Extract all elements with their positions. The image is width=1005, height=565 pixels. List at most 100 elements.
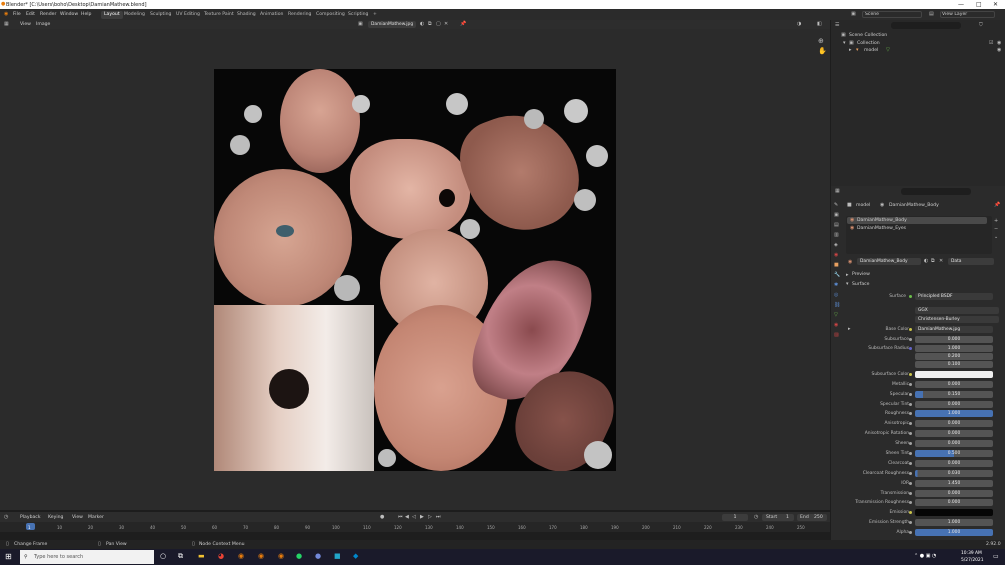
collapse-arrow-icon[interactable]: ▸: [846, 272, 849, 278]
close-button[interactable]: ✕: [993, 1, 998, 8]
material-slot-body[interactable]: DamianMathew_Body: [857, 218, 907, 223]
socket-dot[interactable]: [909, 462, 912, 465]
constraints-tab-icon[interactable]: ⛓: [834, 302, 840, 308]
slot-menu-icon[interactable]: ⌄: [994, 234, 998, 240]
subsurface-radius-z-field[interactable]: 0.100: [915, 361, 993, 368]
play-icon[interactable]: ▶: [420, 514, 424, 520]
collection-checkbox-icon[interactable]: ☑: [989, 40, 993, 46]
menu-keying[interactable]: Keying: [48, 515, 63, 520]
modifier-tab-icon[interactable]: 🔧: [834, 272, 840, 278]
app-icon[interactable]: ■: [334, 552, 341, 560]
taskbar-search-box[interactable]: ⚲ Type here to search: [20, 550, 154, 564]
transmission-field[interactable]: 0.000: [915, 490, 993, 497]
socket-dot[interactable]: [909, 511, 912, 514]
sheen-field[interactable]: 0.000: [915, 440, 993, 447]
view-layer-tab-icon[interactable]: ▥: [834, 232, 839, 238]
fake-user-material-icon[interactable]: ◐: [924, 258, 928, 264]
subsurface-method-dropdown[interactable]: Christensen-Burley: [915, 316, 999, 323]
tab-texture-paint[interactable]: Texture Paint: [201, 11, 237, 19]
clearcoat-roughness-field[interactable]: 0.030: [915, 470, 993, 477]
emission-color-field[interactable]: [915, 509, 993, 516]
timeline-editor-icon[interactable]: ◷: [4, 514, 8, 520]
particles-tab-icon[interactable]: ✱: [834, 282, 838, 288]
subsurface-color-field[interactable]: [915, 371, 993, 378]
preview-range-icon[interactable]: ◷: [754, 514, 758, 520]
tab-compositing[interactable]: Compositing: [313, 11, 348, 19]
socket-dot[interactable]: [909, 452, 912, 455]
blender-menu-icon[interactable]: ◉: [4, 11, 8, 17]
task-view-icon[interactable]: ⧉: [178, 552, 183, 561]
socket-dot[interactable]: [909, 338, 912, 341]
output-tab-icon[interactable]: ▤: [834, 222, 839, 228]
zoom-icon[interactable]: ⊕: [818, 37, 824, 45]
cortana-icon[interactable]: ○: [160, 552, 166, 560]
image-name-field[interactable]: DamianMathew.jpg: [368, 21, 416, 28]
view-layer-field[interactable]: [940, 11, 995, 18]
socket-dot[interactable]: [909, 412, 912, 415]
transmission-roughness-field[interactable]: 0.000: [915, 499, 993, 506]
world-tab-icon[interactable]: ◉: [834, 252, 838, 258]
socket-dot[interactable]: [909, 383, 912, 386]
socket-dot[interactable]: [909, 328, 912, 331]
blender-active-task-icon[interactable]: ◉: [258, 552, 264, 560]
subsurface-radius-x-field[interactable]: 1.000: [915, 345, 993, 352]
pin-properties-icon[interactable]: 📌: [994, 202, 1000, 208]
tab-scripting[interactable]: Scripting: [345, 11, 371, 19]
menu-timeline-view[interactable]: View: [72, 515, 83, 520]
prev-key-icon[interactable]: ◀: [405, 514, 409, 520]
discord-icon[interactable]: ●: [315, 552, 321, 560]
subsurface-radius-y-field[interactable]: 0.200: [915, 353, 993, 360]
current-frame-field[interactable]: 1: [722, 514, 748, 521]
jump-start-icon[interactable]: ⏮: [398, 514, 403, 520]
properties-editor-icon[interactable]: ▦: [835, 188, 840, 194]
menu-help[interactable]: Help: [81, 12, 91, 17]
material-slot-eyes[interactable]: DamianMathew_Eyes: [857, 226, 906, 231]
tab-uv-editing[interactable]: UV Editing: [173, 11, 203, 19]
base-color-field[interactable]: DamianMathew.jpg: [915, 326, 993, 333]
shader-socket-dot[interactable]: [909, 295, 912, 298]
socket-dot[interactable]: [909, 521, 912, 524]
object-tab-icon[interactable]: ■: [834, 262, 839, 268]
record-icon[interactable]: ●: [380, 514, 384, 520]
blender-task2-icon[interactable]: ◉: [278, 552, 284, 560]
socket-dot[interactable]: [909, 482, 912, 485]
fake-user-icon[interactable]: ◐: [420, 21, 424, 27]
material-browse-icon[interactable]: ◉: [848, 259, 852, 265]
distribution-dropdown[interactable]: GGX: [915, 307, 999, 314]
anisotropic-rotation-field[interactable]: 0.000: [915, 430, 993, 437]
tab-animation[interactable]: Animation: [257, 11, 286, 19]
surface-shader-field[interactable]: Principled BSDF: [915, 293, 993, 300]
menu-playback[interactable]: Playback: [20, 515, 41, 520]
specular-field[interactable]: 0.150: [915, 391, 993, 398]
socket-dot[interactable]: [909, 501, 912, 504]
socket-dot[interactable]: [909, 492, 912, 495]
file-explorer-icon[interactable]: ▬: [198, 552, 205, 560]
expand-arrow-icon[interactable]: ▾: [846, 281, 849, 287]
collection-visibility-icon[interactable]: ◉: [997, 40, 1001, 46]
menu-window[interactable]: Window: [60, 12, 78, 17]
tab-shading[interactable]: Shading: [234, 11, 259, 19]
material-name-field[interactable]: DamianMathew_Body: [857, 258, 921, 265]
outliner-object-model[interactable]: model: [864, 48, 878, 53]
clock-time[interactable]: 10:39 AM: [961, 551, 982, 556]
editor-type-icon[interactable]: ▦: [4, 21, 9, 27]
add-slot-icon[interactable]: +: [994, 218, 998, 224]
blender-task-icon[interactable]: ◉: [238, 552, 244, 560]
unlink-image-icon[interactable]: ✕: [444, 21, 448, 27]
tray-icons[interactable]: ⌃ ● ▣ ◔: [914, 553, 936, 559]
ior-field[interactable]: 1.450: [915, 480, 993, 487]
data-tab-icon[interactable]: ▽: [834, 312, 838, 318]
display-channels-icon[interactable]: ◧: [817, 21, 822, 27]
telegram-icon[interactable]: ◆: [353, 552, 358, 560]
object-visibility-icon[interactable]: ◉: [997, 47, 1001, 53]
menu-render[interactable]: Render: [40, 12, 56, 17]
socket-dot[interactable]: [909, 531, 912, 534]
next-key-icon[interactable]: ▷: [428, 514, 432, 520]
pan-hand-icon[interactable]: ✋: [818, 47, 827, 55]
clock-date[interactable]: 5/27/2021: [961, 558, 984, 563]
outliner-scene-collection[interactable]: Scene Collection: [849, 33, 887, 38]
outliner-search-input[interactable]: [891, 22, 961, 29]
specular-tint-field[interactable]: 0.000: [915, 401, 993, 408]
link-data-dropdown[interactable]: Data: [948, 258, 994, 265]
tab-layout[interactable]: Layout: [101, 11, 123, 19]
